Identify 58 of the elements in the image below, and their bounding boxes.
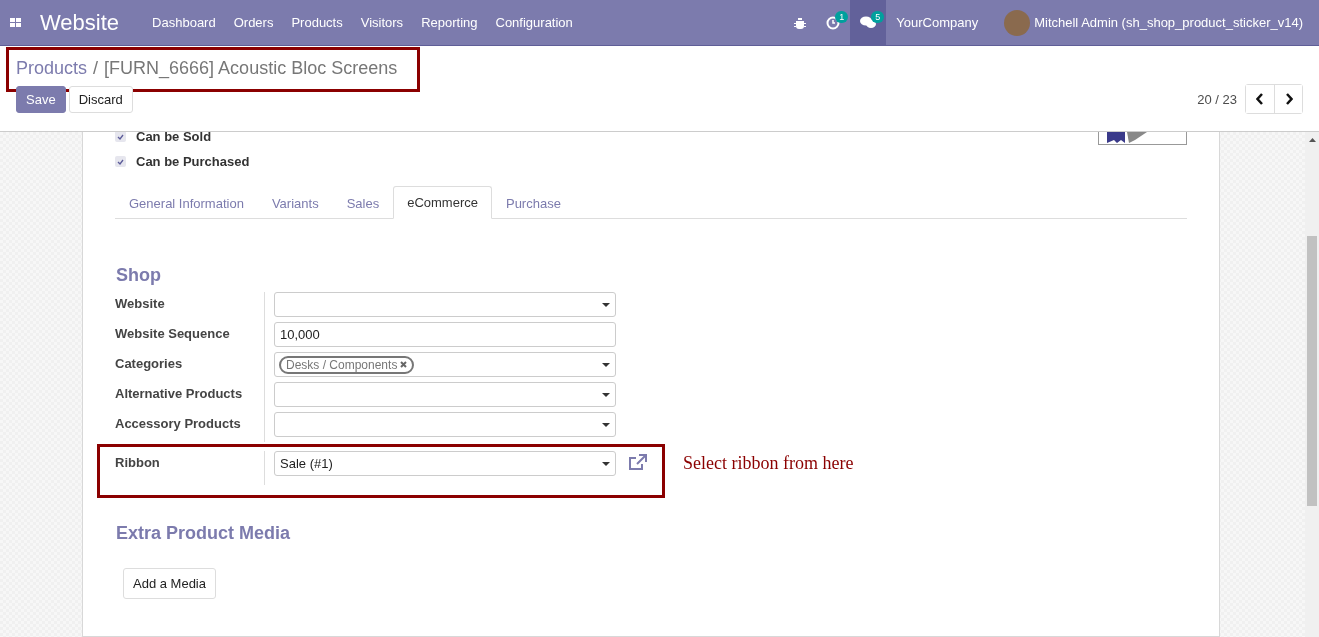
message-count-badge: 5 bbox=[871, 11, 885, 23]
menu-item[interactable]: Orders bbox=[224, 15, 283, 30]
company-switcher[interactable]: YourCompany bbox=[886, 15, 1005, 30]
tab[interactable]: Sales bbox=[332, 186, 394, 219]
app-title[interactable]: Website bbox=[40, 9, 120, 36]
discard-button[interactable]: Discard bbox=[68, 85, 133, 113]
menu-item[interactable]: Visitors bbox=[351, 15, 413, 30]
field-label: Ribbon bbox=[115, 451, 265, 485]
select-field[interactable] bbox=[274, 382, 616, 407]
caret-icon bbox=[602, 362, 610, 367]
next-button[interactable] bbox=[1274, 85, 1302, 113]
user-menu[interactable]: Mitchell Admin (sh_shop_product_sticker_v14) bbox=[1034, 15, 1303, 30]
field-label: Alternative Products bbox=[115, 382, 265, 412]
checkbox-label: Can be Sold bbox=[136, 132, 212, 144]
checkbox-label: Can be Purchased bbox=[136, 154, 250, 169]
caret-icon bbox=[602, 392, 610, 397]
select-field[interactable] bbox=[274, 412, 616, 437]
breadcrumb-link[interactable]: Products bbox=[16, 58, 88, 79]
category-tag[interactable]: Desks / Components bbox=[279, 355, 415, 374]
menu-item[interactable]: Reporting bbox=[412, 15, 487, 30]
activity-count-badge: 1 bbox=[835, 11, 849, 23]
menu-item[interactable]: Products bbox=[282, 15, 352, 30]
tab[interactable]: Variants bbox=[257, 186, 333, 219]
apps-grid-icon[interactable] bbox=[10, 17, 22, 28]
field-label: Website bbox=[115, 292, 265, 322]
section-title: Shop bbox=[116, 265, 162, 286]
select-field[interactable]: Sale (#1) bbox=[274, 451, 616, 476]
add-media-button[interactable]: Add a Media bbox=[123, 568, 216, 599]
tags-field[interactable]: Desks / Components bbox=[274, 352, 616, 377]
caret-icon bbox=[602, 461, 610, 466]
checkbox[interactable] bbox=[115, 132, 126, 142]
menu-item[interactable]: Dashboard bbox=[143, 15, 225, 30]
tab[interactable]: eCommerce bbox=[393, 186, 492, 219]
breadcrumb-current: [FURN_6666] Acoustic Bloc Screens bbox=[104, 58, 398, 79]
field-label: Accessory Products bbox=[115, 412, 265, 442]
clock-icon[interactable] bbox=[826, 15, 841, 30]
tab[interactable]: General Information bbox=[115, 186, 258, 219]
checkbox[interactable] bbox=[115, 156, 126, 167]
section-title: Extra Product Media bbox=[116, 523, 292, 544]
field-label: Categories bbox=[115, 352, 265, 382]
caret-icon bbox=[602, 302, 610, 307]
input-field[interactable]: 10,000 bbox=[274, 322, 616, 347]
bug-icon[interactable] bbox=[794, 16, 807, 29]
tab[interactable]: Purchase bbox=[491, 186, 575, 219]
pager-counter: 20 / 23 bbox=[1197, 91, 1237, 107]
scroll-up-arrow-icon[interactable] bbox=[1308, 138, 1316, 142]
breadcrumb-separator: / bbox=[93, 58, 99, 79]
external-link-icon[interactable] bbox=[628, 454, 648, 472]
scrollbar[interactable] bbox=[1305, 132, 1319, 637]
chevron-left-icon bbox=[1256, 93, 1264, 105]
chevron-right-icon bbox=[1284, 93, 1293, 105]
save-button[interactable]: Save bbox=[16, 85, 66, 113]
annotation-text: Select ribbon from here bbox=[683, 452, 854, 474]
caret-icon bbox=[602, 422, 610, 427]
menu-item[interactable]: Configuration bbox=[486, 15, 582, 30]
field-label: Website Sequence bbox=[115, 322, 265, 352]
select-field[interactable] bbox=[274, 292, 616, 317]
remove-icon[interactable] bbox=[400, 361, 408, 368]
